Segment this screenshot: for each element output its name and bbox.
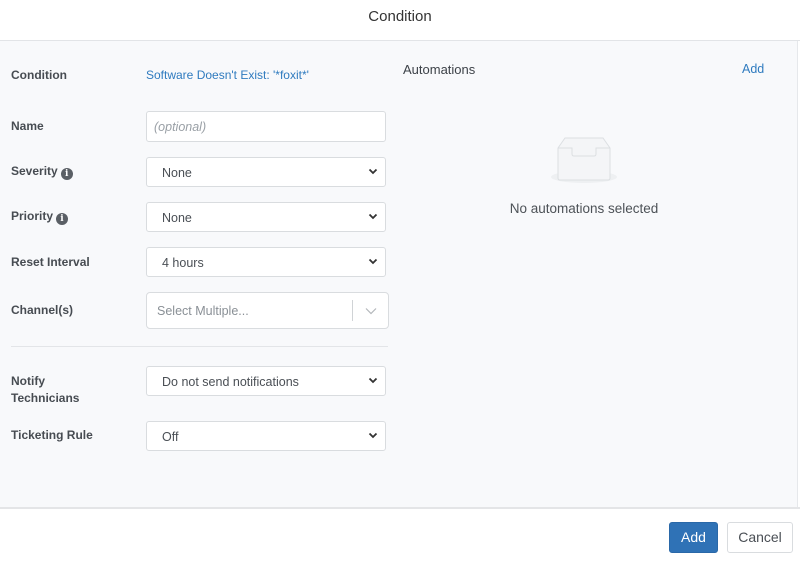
condition-link[interactable]: Software Doesn't Exist: '*foxit*': [146, 68, 309, 82]
notify-technicians-label: Notify Technicians: [11, 373, 79, 407]
reset-interval-label: Reset Interval: [11, 255, 90, 269]
info-icon[interactable]: i: [56, 213, 69, 225]
chevron-down-icon: [368, 377, 378, 384]
priority-label-text: Priority: [11, 209, 54, 223]
channels-label: Channel(s): [11, 303, 74, 317]
channels-placeholder: Select Multiple...: [157, 304, 249, 318]
name-input[interactable]: (optional): [146, 111, 386, 142]
add-automation-link[interactable]: Add: [742, 62, 764, 76]
severity-select[interactable]: None: [146, 157, 386, 187]
severity-label: Severity i: [11, 163, 73, 180]
reset-interval-select[interactable]: 4 hours: [146, 247, 386, 277]
empty-state: [403, 130, 765, 191]
automations-title: Automations: [403, 62, 476, 77]
reset-interval-value: 4 hours: [162, 256, 204, 270]
cancel-button[interactable]: Cancel: [727, 522, 793, 553]
notify-technicians-value: Do not send notifications: [162, 375, 299, 389]
severity-label-text: Severity: [11, 164, 58, 178]
info-icon[interactable]: i: [60, 168, 73, 180]
notify-technicians-select[interactable]: Do not send notifications: [146, 366, 386, 396]
notify-technicians-label-line2: Technicians: [11, 391, 80, 405]
dialog-header: Condition: [0, 0, 800, 41]
inbox-icon: [551, 137, 617, 183]
add-button[interactable]: Add: [669, 522, 718, 553]
ticketing-rule-select[interactable]: Off: [146, 421, 386, 451]
priority-value: None: [162, 211, 192, 225]
ticketing-rule-value: Off: [162, 430, 179, 444]
chevron-down-icon[interactable]: [364, 305, 378, 317]
empty-state-text: No automations selected: [509, 201, 659, 216]
chevron-down-icon: [368, 432, 378, 439]
section-divider: [11, 346, 388, 347]
name-placeholder: (optional): [154, 120, 207, 134]
priority-label: Priority i: [11, 208, 69, 225]
separator: [352, 300, 353, 321]
channels-multiselect[interactable]: Select Multiple...: [146, 292, 389, 329]
condition-label: Condition: [11, 68, 67, 82]
chevron-down-icon: [368, 213, 378, 220]
severity-value: None: [162, 166, 192, 180]
dialog-body: [0, 41, 798, 507]
chevron-down-icon: [368, 258, 378, 265]
name-label: Name: [11, 119, 44, 133]
priority-select[interactable]: None: [146, 202, 386, 232]
notify-technicians-label-line1: Notify: [11, 374, 45, 388]
ticketing-rule-label: Ticketing Rule: [11, 428, 93, 442]
dialog-title: Condition: [368, 8, 432, 25]
chevron-down-icon: [368, 168, 378, 175]
